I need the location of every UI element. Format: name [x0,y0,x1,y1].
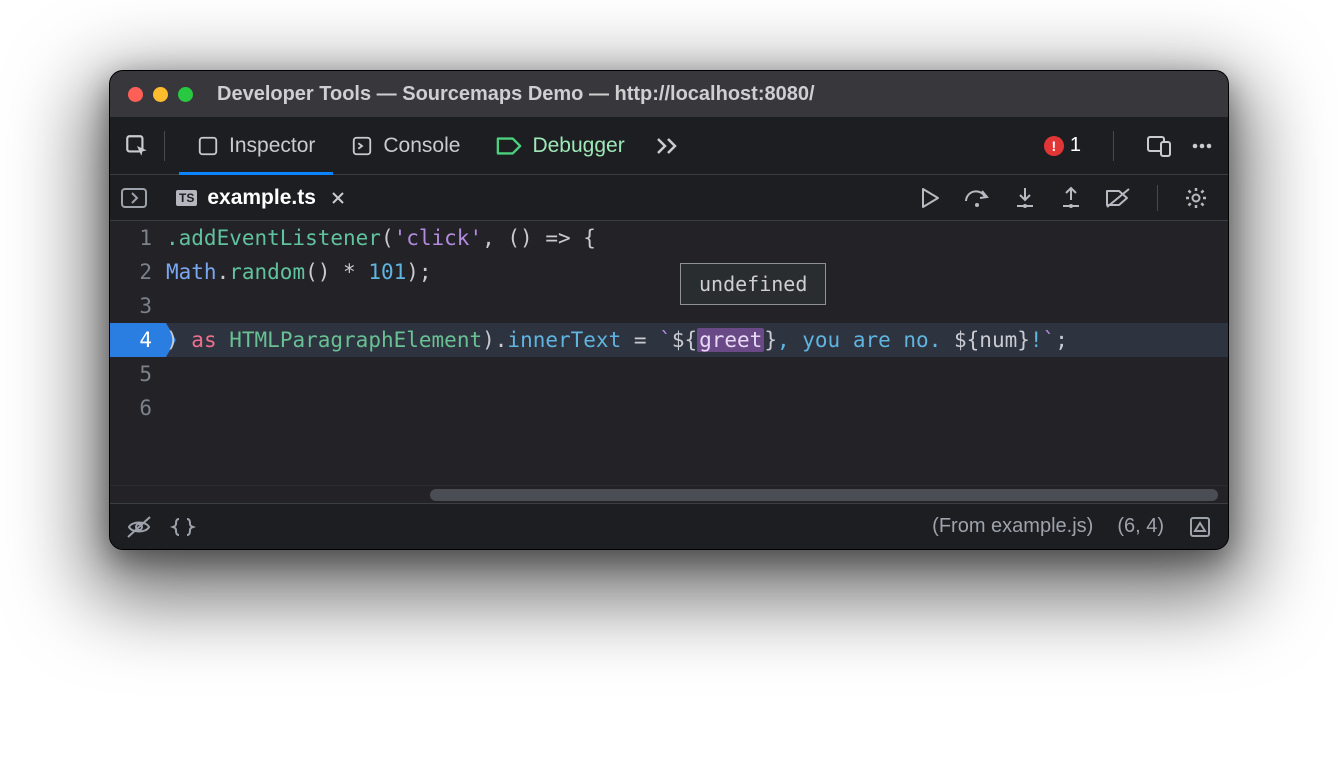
divider [164,131,165,161]
close-window-button[interactable] [128,87,143,102]
step-out-icon [1059,186,1083,210]
close-tab-button[interactable] [330,190,346,206]
code-line-current: 4 ) as HTMLParagraphElement).innerText =… [110,323,1228,357]
tab-inspector[interactable]: Inspector [179,117,333,174]
devtools-window: Developer Tools — Sourcemaps Demo — http… [109,70,1229,550]
inspector-label: Inspector [229,134,315,158]
console-icon [351,135,373,157]
pick-element-icon [124,133,150,159]
line-number[interactable]: 4 [110,323,166,357]
cursor-position: (6, 4) [1117,515,1164,538]
chevron-double-right-icon [655,136,681,156]
sourcemap-origin: (From example.js) [932,515,1093,538]
line-number[interactable]: 2 [110,255,166,289]
step-in-icon [1013,186,1037,210]
console-label: Console [383,134,460,158]
breakpoint-off-icon [1105,187,1131,209]
zoom-window-button[interactable] [178,87,193,102]
file-tabstrip: TS example.ts [110,175,1228,221]
hovered-variable[interactable]: greet [697,328,764,352]
file-tab-example-ts[interactable]: TS example.ts [162,175,360,220]
eye-off-icon [126,515,152,539]
status-bar: (From example.js) (6, 4) [110,503,1228,549]
code-line: 3 [110,289,1228,323]
sources-pane-toggle[interactable] [120,186,148,210]
responsive-icon [1146,134,1172,158]
line-number[interactable]: 6 [110,391,166,425]
line-number[interactable]: 3 [110,289,166,323]
kebab-menu-button[interactable] [1190,134,1214,158]
debugger-icon [496,135,522,157]
sourcemap-icon [1188,515,1212,539]
step-over-icon [963,187,991,209]
typescript-badge-icon: TS [176,190,197,206]
tab-console[interactable]: Console [333,117,478,174]
dots-horizontal-icon [1190,134,1214,158]
devtools-toolbar: Inspector Console Debugger [110,117,1228,175]
step-over-button[interactable] [963,187,991,209]
code-line: 2 Math.random() * 101); [110,255,1228,289]
horizontal-scrollbar[interactable] [110,485,1228,503]
inspector-icon [197,135,219,157]
minimize-window-button[interactable] [153,87,168,102]
pick-element-button[interactable] [124,117,150,174]
errors-badge[interactable]: ! 1 [1044,134,1081,157]
step-out-button[interactable] [1059,186,1083,210]
code-line: 5 [110,357,1228,391]
pane-toggle-icon [120,186,148,210]
error-icon: ! [1044,136,1064,156]
hover-tooltip: undefined [680,263,826,305]
close-icon [330,190,346,206]
error-count: 1 [1070,134,1081,157]
divider [1113,131,1114,161]
code-line: 6 [110,391,1228,425]
divider [1157,185,1158,211]
blackbox-button[interactable] [126,515,152,539]
titlebar: Developer Tools — Sourcemaps Demo — http… [110,71,1228,117]
scrollbar-thumb[interactable] [430,489,1218,501]
debugger-settings-button[interactable] [1184,186,1208,210]
line-number[interactable]: 1 [110,221,166,255]
responsive-mode-button[interactable] [1146,134,1172,158]
deactivate-breakpoints-button[interactable] [1105,187,1131,209]
sourcemap-toggle-button[interactable] [1188,515,1212,539]
debugger-controls [919,185,1218,211]
overflow-tabs-button[interactable] [643,117,693,174]
line-number[interactable]: 5 [110,357,166,391]
step-in-button[interactable] [1013,186,1037,210]
resume-button[interactable] [919,186,941,210]
window-title: Developer Tools — Sourcemaps Demo — http… [217,83,815,106]
gear-icon [1184,186,1208,210]
pretty-print-button[interactable] [170,516,196,538]
window-controls [128,87,193,102]
tab-debugger[interactable]: Debugger [478,117,642,174]
play-icon [919,186,941,210]
tooltip-value: undefined [699,272,807,296]
file-tab-label: example.ts [207,186,316,210]
braces-icon [170,516,196,538]
debugger-label: Debugger [532,134,624,158]
code-line: 1 .addEventListener('click', () => { [110,221,1228,255]
code-editor[interactable]: undefined 1 .addEventListener('click', (… [110,221,1228,503]
